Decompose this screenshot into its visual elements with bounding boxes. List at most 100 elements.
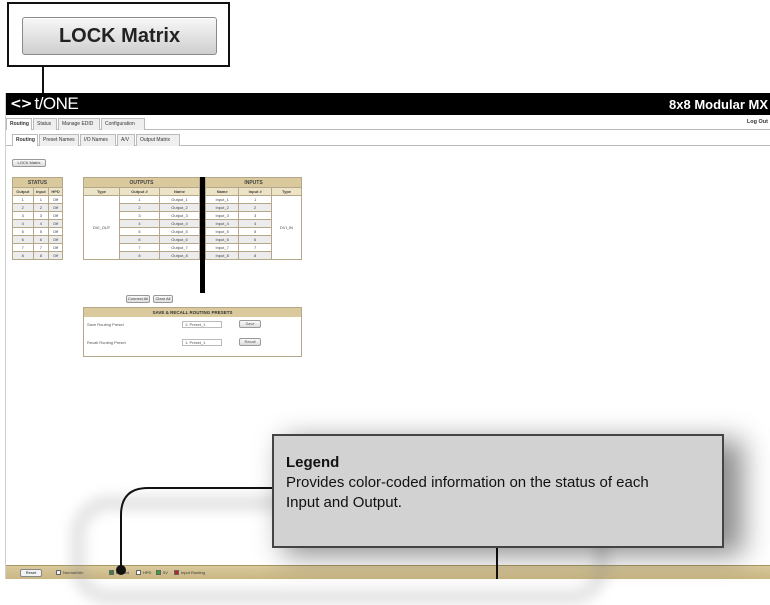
inputs-header-number: Input #	[238, 187, 272, 196]
status-cell: Off	[48, 203, 63, 212]
output-number: 6	[119, 235, 160, 244]
outputs-header-type: Type	[83, 187, 120, 196]
inputs-header-type: Type	[271, 187, 302, 196]
output-name[interactable]: Output_3	[158, 211, 201, 220]
output-name[interactable]: Output_8	[158, 251, 201, 260]
status-cell: 2	[12, 203, 34, 212]
output-number: 8	[119, 251, 160, 260]
recall-preset-button[interactable]: Recall	[239, 338, 261, 346]
output-name[interactable]: Output_2	[158, 203, 201, 212]
top-bar: <> t/ONE 8x8 Modular MX	[6, 93, 770, 115]
input-name[interactable]: Input_7	[204, 243, 240, 252]
save-preset-select[interactable]: 1: Preset_1	[182, 321, 222, 328]
clear-all-button[interactable]: Clear All	[153, 295, 173, 303]
input-number: 3	[238, 211, 272, 220]
status-cell: 6	[32, 235, 50, 244]
lock-matrix-button[interactable]: LOCK Matrix	[12, 159, 46, 167]
status-cell: Off	[48, 251, 63, 260]
status-cell: 5	[12, 227, 34, 236]
save-preset-row: Save Routing Preset 1: Preset_1 Save	[84, 320, 301, 330]
input-name[interactable]: Input_4	[204, 219, 240, 228]
input-number: 2	[238, 203, 272, 212]
table-row: 5 5 Off	[12, 227, 63, 236]
subtab-io-names[interactable]: I/O Names	[80, 134, 116, 146]
status-cell: 1	[32, 195, 50, 204]
output-number: 2	[119, 203, 160, 212]
input-name[interactable]: Input_6	[204, 235, 240, 244]
inputs-type-cell: DVI_IN	[271, 195, 302, 260]
output-name[interactable]: Output_7	[158, 243, 201, 252]
input-number: 6	[238, 235, 272, 244]
output-name[interactable]: Output_4	[158, 219, 201, 228]
status-cell: 4	[32, 219, 50, 228]
brand-logo: <> t/ONE	[6, 94, 79, 114]
lock-matrix-callout: LOCK Matrix	[7, 2, 230, 67]
legend-callout-description: Provides color-coded information on the …	[286, 474, 649, 511]
status-cell: Off	[48, 195, 63, 204]
input-name[interactable]: Input_3	[204, 211, 240, 220]
status-cell: 6	[12, 235, 34, 244]
presets-title: SAVE & RECALL ROUTING PRESETS	[84, 308, 301, 317]
sub-nav: Routing Preset Names I/O Names A/V Outpu…	[6, 133, 770, 146]
recall-preset-label: Recall Routing Preset	[87, 340, 126, 345]
input-name[interactable]: Input_1	[204, 195, 240, 204]
logout-link[interactable]: Log Out	[747, 119, 768, 125]
status-cell: 5	[32, 227, 50, 236]
output-name[interactable]: Output_1	[158, 195, 201, 204]
input-number: 4	[238, 219, 272, 228]
input-name[interactable]: Input_8	[204, 251, 240, 260]
table-row: DVI_OUT 1 Output_1	[83, 195, 201, 260]
status-cell: 4	[12, 219, 34, 228]
table-row: 7 7 Off	[12, 243, 63, 252]
output-name[interactable]: Output_6	[158, 235, 201, 244]
reset-button[interactable]: Reset	[20, 569, 42, 577]
output-number: 1	[119, 195, 160, 204]
inputs-header-name: Name	[204, 187, 240, 196]
status-cell: Off	[48, 227, 63, 236]
input-number: 8	[238, 251, 272, 260]
input-name[interactable]: Input_2	[204, 203, 240, 212]
tab-routing[interactable]: Routing	[6, 118, 32, 130]
status-cell: 3	[12, 211, 34, 220]
lock-matrix-button-enlarged[interactable]: LOCK Matrix	[22, 17, 217, 55]
outputs-type-cell: DVI_OUT	[83, 195, 120, 260]
table-row: 3 3 Off	[12, 211, 63, 220]
save-preset-button[interactable]: Save	[239, 320, 261, 328]
output-number: 3	[119, 211, 160, 220]
subtab-av[interactable]: A/V	[117, 134, 135, 146]
subtab-output-matrix[interactable]: Output Matrix	[136, 134, 180, 146]
output-number: 7	[119, 243, 160, 252]
status-cell: Off	[48, 219, 63, 228]
legend-callout: Legend Provides color-coded information …	[272, 434, 724, 548]
product-title: 8x8 Modular MX	[669, 96, 768, 112]
recall-preset-row: Recall Routing Preset 1: Preset_1 Recall	[84, 338, 301, 348]
status-cell: 1	[12, 195, 34, 204]
inputs-table: INPUTS Name Input # Type Input_1 1 DVI_IN …	[204, 177, 302, 260]
status-header-hpd: HPD	[48, 187, 63, 196]
subtab-routing[interactable]: Routing	[12, 134, 38, 146]
table-row: 4 4 Off	[12, 219, 63, 228]
status-cell: Off	[48, 235, 63, 244]
tab-status[interactable]: Status	[33, 118, 57, 130]
input-number: 1	[238, 195, 272, 204]
tab-manage-edid[interactable]: Manage EDID	[58, 118, 100, 130]
status-cell: 8	[12, 251, 34, 260]
output-number: 5	[119, 227, 160, 236]
table-row: 2 2 Off	[12, 203, 63, 212]
status-cell: 3	[32, 211, 50, 220]
outputs-table: OUTPUTS Type Output # Name DVI_OUT 1 Outpu…	[83, 177, 201, 260]
output-name[interactable]: Output_5	[158, 227, 201, 236]
status-table: STATUS Output Input HPD 1 1 Off 2 2 Off 3 3 Of…	[12, 177, 63, 260]
status-header-output: Output	[12, 187, 34, 196]
output-number: 4	[119, 219, 160, 228]
input-name[interactable]: Input_5	[204, 227, 240, 236]
outputs-header-number: Output #	[119, 187, 160, 196]
status-header-input: Input	[32, 187, 50, 196]
recall-preset-select[interactable]: 1: Preset_1	[182, 339, 222, 346]
subtab-preset-names[interactable]: Preset Names	[39, 134, 79, 146]
brand-mark-icon: <>	[10, 96, 32, 112]
tab-configuration[interactable]: Configuration	[101, 118, 145, 130]
connect-all-button[interactable]: Connect All	[126, 295, 150, 303]
status-cell: 7	[32, 243, 50, 252]
status-cell: 8	[32, 251, 50, 260]
